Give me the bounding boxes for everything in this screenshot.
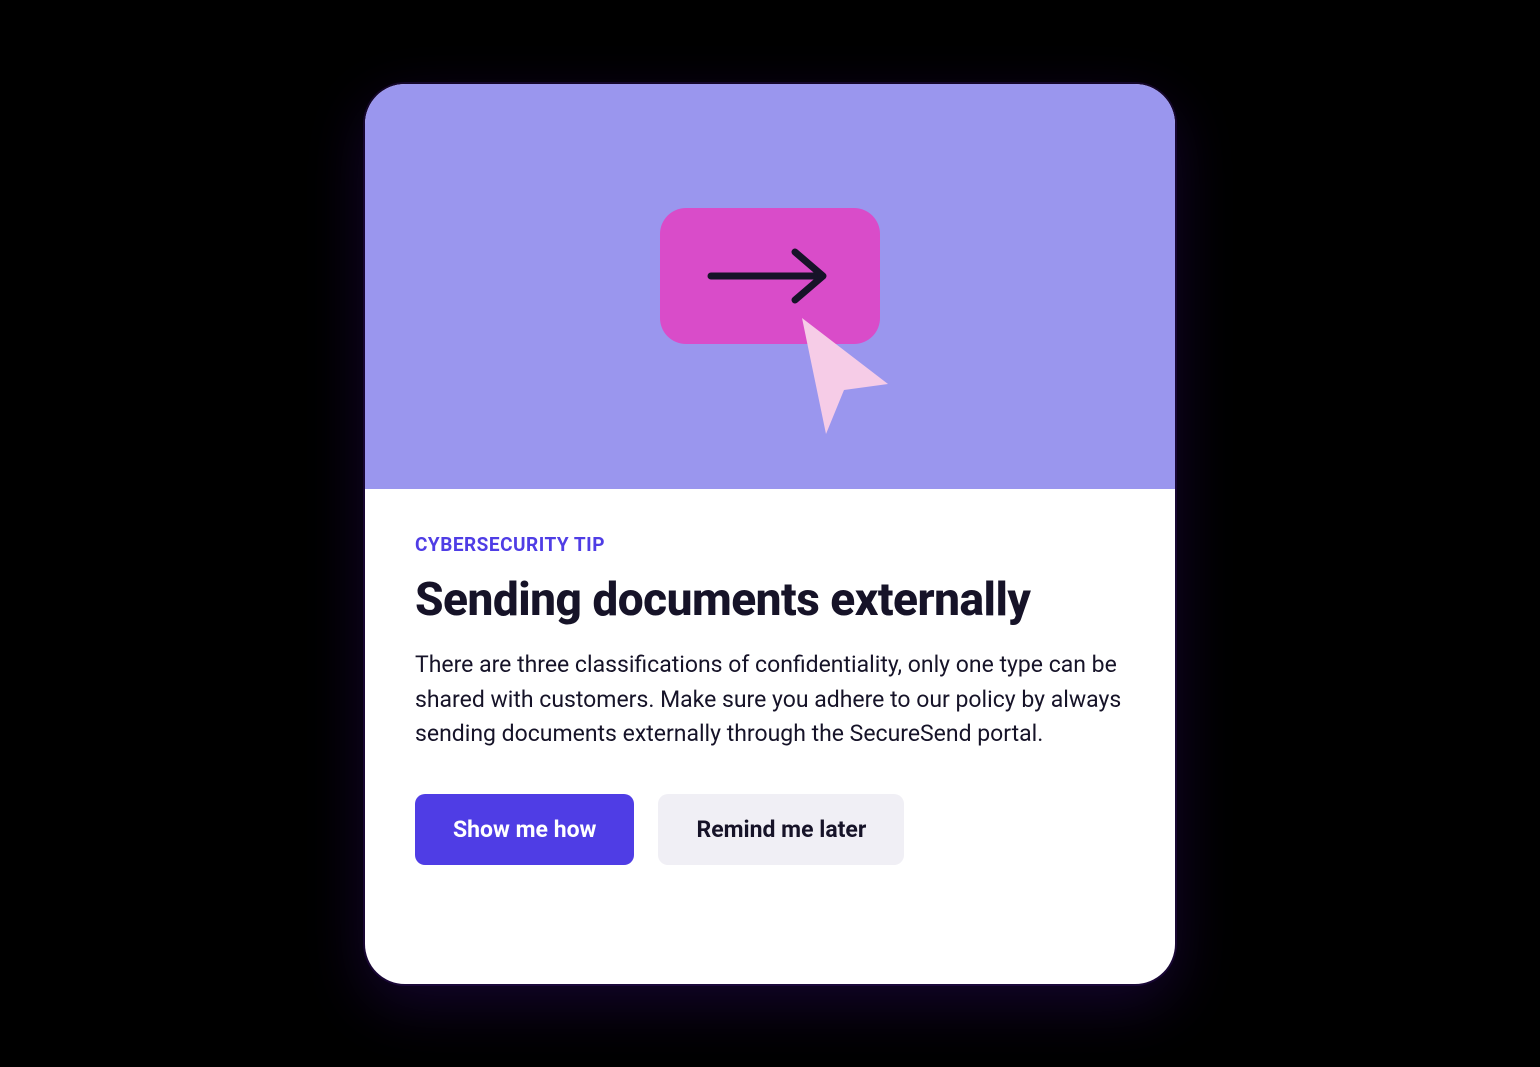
- show-me-how-button[interactable]: Show me how: [415, 794, 634, 865]
- card-body-text: There are three classifications of confi…: [415, 648, 1125, 752]
- remind-me-later-button[interactable]: Remind me later: [658, 794, 904, 865]
- arrow-right-icon: [703, 246, 837, 306]
- hero-illustration: [365, 84, 1175, 489]
- card-content: CYBERSECURITY TIP Sending documents exte…: [365, 489, 1175, 905]
- button-row: Show me how Remind me later: [415, 794, 1125, 865]
- eyebrow-label: CYBERSECURITY TIP: [415, 533, 1125, 556]
- tip-card: CYBERSECURITY TIP Sending documents exte…: [365, 84, 1175, 984]
- card-title: Sending documents externally: [415, 574, 1125, 627]
- cursor-icon: [788, 306, 908, 446]
